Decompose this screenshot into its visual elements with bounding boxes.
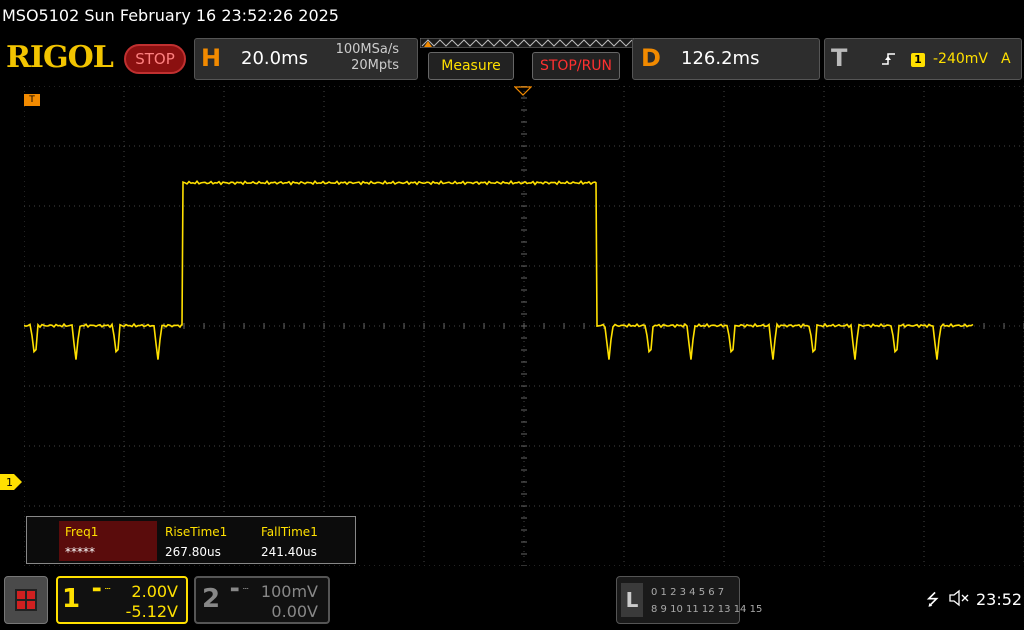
title-text: MSO5102 Sun February 16 23:52:26 2025 bbox=[2, 6, 339, 25]
logic-channels-row1: 0 1 2 3 4 5 6 7 bbox=[651, 587, 725, 598]
measure-button[interactable]: Measure bbox=[428, 52, 514, 80]
trigger-time-marker bbox=[514, 86, 532, 96]
measurement-table[interactable]: Freq1 ***** RiseTime1 267.80us FallTime1… bbox=[26, 516, 356, 564]
logic-analyzer-panel[interactable]: L 0 1 2 3 4 5 6 7 8 9 10 11 12 13 14 15 bbox=[616, 576, 762, 624]
delay-letter: D bbox=[641, 44, 661, 72]
horizontal-panel[interactable]: H 20.0ms 100MSa/s 20Mpts bbox=[194, 38, 418, 80]
measurement-name: RiseTime1 bbox=[165, 525, 228, 539]
trigger-mode: A bbox=[1001, 51, 1011, 67]
delay-panel[interactable]: D 126.2ms bbox=[632, 38, 820, 80]
usb-icon[interactable]: ⭍ bbox=[926, 589, 939, 616]
stop-run-button[interactable]: STOP/RUN bbox=[532, 52, 620, 80]
sample-rate: 100MSa/s bbox=[335, 42, 399, 57]
measurement-falltime[interactable]: FallTime1 241.40us bbox=[255, 521, 351, 561]
measurement-value: 241.40us bbox=[261, 545, 317, 559]
channel1-panel[interactable]: 1 ▬ ┄ 2.00V -5.12V bbox=[56, 576, 188, 624]
logic-channels-row2: 8 9 10 11 12 13 14 15 bbox=[651, 604, 763, 615]
horizontal-letter: H bbox=[201, 44, 222, 72]
rigol-logo: RIGOL bbox=[6, 40, 114, 75]
channel2-panel[interactable]: 2 ▬ ┄ 100mV 0.00V bbox=[194, 576, 330, 624]
ch1-ground-marker[interactable]: 1 bbox=[0, 474, 22, 490]
measurement-risetime[interactable]: RiseTime1 267.80us bbox=[159, 521, 255, 561]
memory-depth: 20Mpts bbox=[351, 58, 399, 73]
measurement-value: 267.80us bbox=[165, 545, 221, 559]
grid-menu-icon bbox=[15, 589, 37, 611]
measurement-freq[interactable]: Freq1 ***** bbox=[59, 521, 157, 561]
channel1-number: 1 bbox=[62, 584, 81, 614]
speaker-muted-icon[interactable] bbox=[948, 589, 970, 611]
title-bar: MSO5102 Sun February 16 23:52:26 2025 bbox=[0, 0, 1024, 34]
trigger-level-marker[interactable]: T bbox=[24, 94, 40, 106]
logic-letter: L bbox=[621, 583, 643, 617]
channel2-scale: 100mV bbox=[260, 582, 318, 601]
measurement-name: FallTime1 bbox=[261, 525, 318, 539]
run-state-badge[interactable]: STOP bbox=[124, 44, 186, 74]
trigger-source: 1 bbox=[911, 53, 925, 67]
delay-value: 126.2ms bbox=[681, 48, 760, 69]
ch1-trace bbox=[24, 179, 974, 360]
dc-coupling-icon: ▬ ┄ bbox=[92, 584, 111, 595]
menu-button[interactable] bbox=[4, 576, 48, 624]
channel1-offset: -5.12V bbox=[125, 602, 178, 621]
rising-edge-icon bbox=[881, 51, 897, 71]
channel2-number: 2 bbox=[202, 584, 221, 614]
measurement-name: Freq1 bbox=[65, 525, 99, 539]
trigger-level: -240mV bbox=[933, 51, 988, 67]
ch1-marker-label: 1 bbox=[6, 476, 13, 489]
dc-coupling-icon: ▬ ┄ bbox=[230, 584, 249, 595]
trigger-letter: T bbox=[831, 44, 848, 72]
waveform-grid[interactable] bbox=[24, 86, 1024, 566]
channel1-scale: 2.00V bbox=[131, 582, 178, 601]
status-area: ⭍ 23:52 bbox=[924, 588, 1024, 612]
channel2-offset: 0.00V bbox=[271, 602, 318, 621]
trigger-panel[interactable]: T 1 -240mV A bbox=[824, 38, 1022, 80]
measurement-value: ***** bbox=[65, 545, 95, 559]
trigger-position-strip bbox=[420, 38, 634, 48]
clock: 23:52 bbox=[976, 590, 1023, 609]
timebase-value: 20.0ms bbox=[241, 48, 308, 69]
